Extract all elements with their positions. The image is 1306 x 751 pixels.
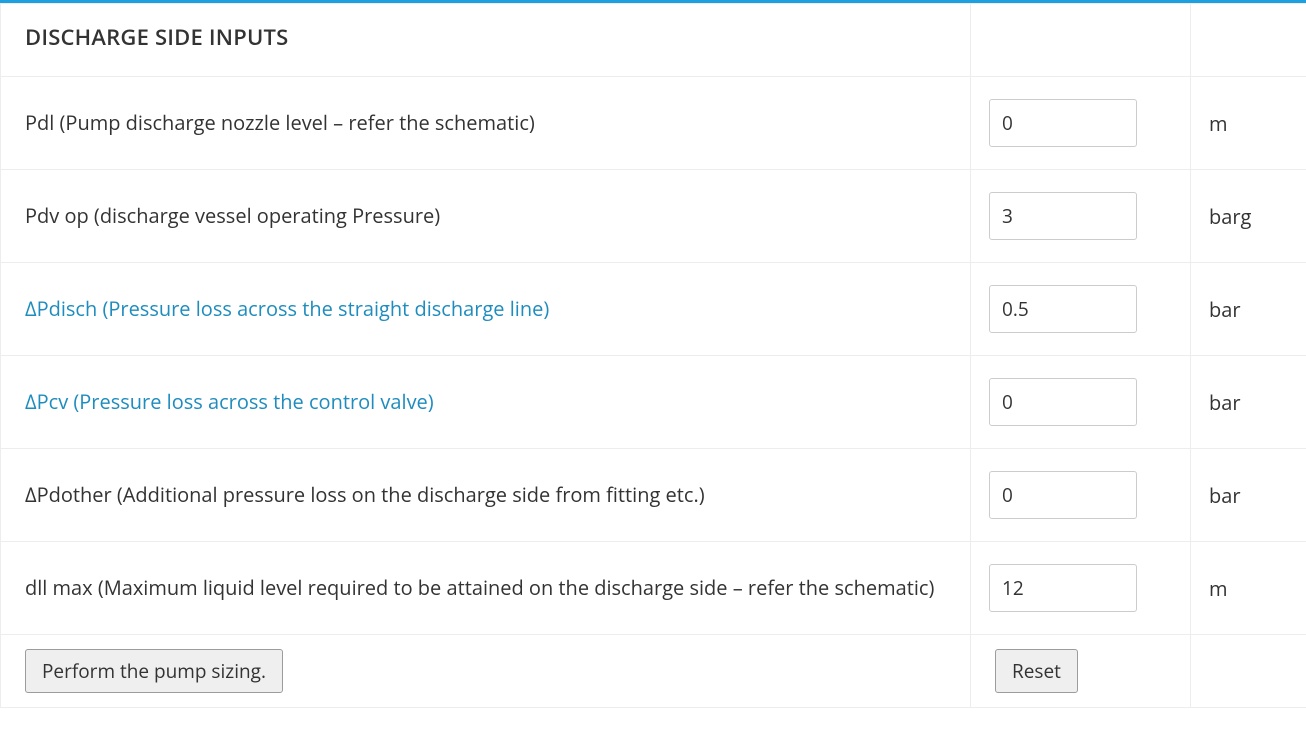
table-row: Pdv op (discharge vessel operating Press… [1, 170, 1306, 263]
input-pdv-op[interactable] [989, 192, 1137, 240]
unit-dpdother: bar [1191, 449, 1306, 542]
input-cell-dpcv [971, 356, 1191, 449]
unit-dll-max: m [1191, 542, 1306, 635]
label-pdv-op: Pdv op (discharge vessel operating Press… [1, 170, 971, 263]
table-row: Pdl (Pump discharge nozzle level – refer… [1, 77, 1306, 170]
input-dll-max[interactable] [989, 564, 1137, 612]
reset-button[interactable]: Reset [995, 649, 1078, 693]
submit-cell: Perform the pump sizing. [1, 635, 971, 708]
section-header-row: DISCHARGE SIDE INPUTS [1, 4, 1306, 77]
label-dll-max: dll max (Maximum liquid level required t… [1, 542, 971, 635]
reset-cell: Reset [971, 635, 1191, 708]
link-dpcv[interactable]: ΔPcv (Pressure loss across the control v… [25, 388, 434, 415]
link-dpdisch[interactable]: ΔPdisch (Pressure loss across the straig… [25, 295, 549, 322]
label-pdl: Pdl (Pump discharge nozzle level – refer… [1, 77, 971, 170]
action-blank [1191, 635, 1306, 708]
label-dpcv: ΔPcv (Pressure loss across the control v… [1, 356, 971, 449]
input-cell-pdl [971, 77, 1191, 170]
input-cell-dpdisch [971, 263, 1191, 356]
perform-pump-sizing-button[interactable]: Perform the pump sizing. [25, 649, 283, 693]
table-row: ΔPdisch (Pressure loss across the straig… [1, 263, 1306, 356]
action-row: Perform the pump sizing. Reset [1, 635, 1306, 708]
table-row: dll max (Maximum liquid level required t… [1, 542, 1306, 635]
input-cell-pdv-op [971, 170, 1191, 263]
unit-dpcv: bar [1191, 356, 1306, 449]
input-dpdother[interactable] [989, 471, 1137, 519]
table-row: ΔPcv (Pressure loss across the control v… [1, 356, 1306, 449]
input-cell-dll-max [971, 542, 1191, 635]
section-header-blank-2 [1191, 4, 1306, 77]
input-dpcv[interactable] [989, 378, 1137, 426]
input-dpdisch[interactable] [989, 285, 1137, 333]
label-dpdisch: ΔPdisch (Pressure loss across the straig… [1, 263, 971, 356]
section-header-blank-1 [971, 4, 1191, 77]
section-title: DISCHARGE SIDE INPUTS [1, 4, 971, 77]
unit-pdv-op: barg [1191, 170, 1306, 263]
unit-pdl: m [1191, 77, 1306, 170]
discharge-side-inputs-table: DISCHARGE SIDE INPUTS Pdl (Pump discharg… [0, 0, 1306, 708]
table-row: ΔPdother (Additional pressure loss on th… [1, 449, 1306, 542]
input-cell-dpdother [971, 449, 1191, 542]
input-pdl[interactable] [989, 99, 1137, 147]
label-dpdother: ΔPdother (Additional pressure loss on th… [1, 449, 971, 542]
unit-dpdisch: bar [1191, 263, 1306, 356]
